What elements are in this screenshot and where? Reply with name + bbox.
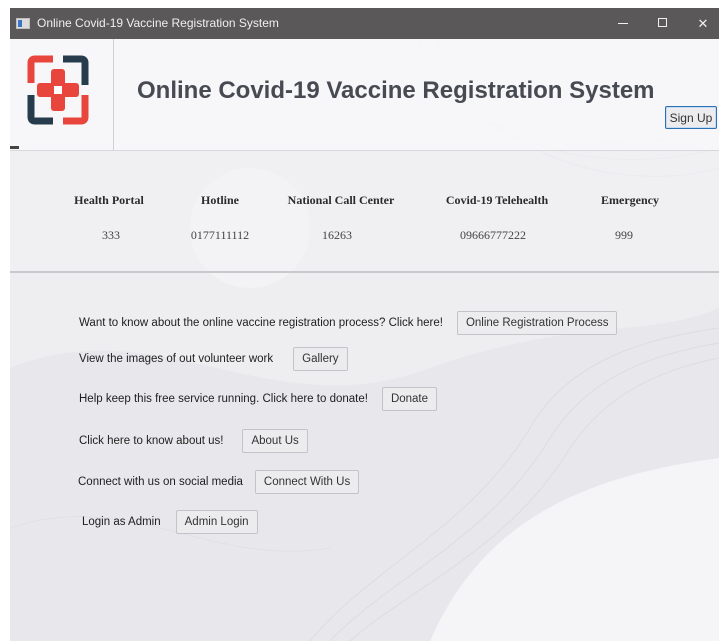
- donate-button[interactable]: Donate: [381, 387, 438, 411]
- connect-with-us-button[interactable]: Connect With Us: [254, 470, 360, 494]
- action-text-about: Click here to know about us!: [79, 435, 224, 447]
- contact-info-panel: Health Portal 333 Hotline 0177111112 Nat…: [10, 151, 719, 273]
- action-text-registration: Want to know about the online vaccine re…: [79, 317, 443, 329]
- action-row-registration: Want to know about the online vaccine re…: [79, 311, 618, 335]
- contact-value-national-call-center: 16263: [322, 228, 352, 242]
- action-text-gallery: View the images of out volunteer work: [79, 353, 274, 365]
- action-row-about: Click here to know about us! About Us: [79, 429, 308, 453]
- action-row-donate: Help keep this free service running. Cli…: [79, 387, 438, 411]
- contact-value-emergency: 999: [615, 228, 633, 242]
- admin-login-button[interactable]: Admin Login: [175, 510, 258, 534]
- action-row-social: Connect with us on social media Connect …: [78, 470, 360, 494]
- gallery-button[interactable]: Gallery: [293, 347, 348, 371]
- contact-value-health-portal: 333: [102, 228, 120, 242]
- online-registration-process-button[interactable]: Online Registration Process: [456, 311, 618, 335]
- contact-label-national-call-center: National Call Center: [287, 193, 395, 207]
- contact-label-telehealth: Covid-19 Telehealth: [445, 193, 549, 207]
- contact-label-hotline: Hotline: [201, 193, 239, 207]
- about-us-button[interactable]: About Us: [242, 429, 308, 453]
- medical-cross-logo-icon: [27, 55, 89, 125]
- page-title: Online Covid-19 Vaccine Registration Sys…: [137, 77, 655, 104]
- divider-mark: [10, 146, 19, 149]
- action-row-gallery: View the images of out volunteer work Ga…: [79, 347, 348, 371]
- contact-value-telehealth: 09666777222: [460, 228, 526, 242]
- app-window-icon: [16, 18, 30, 29]
- title-bar: Online Covid-19 Vaccine Registration Sys…: [10, 8, 719, 39]
- contact-label-emergency: Emergency: [601, 193, 659, 207]
- action-text-donate: Help keep this free service running. Cli…: [79, 393, 368, 405]
- action-text-admin: Login as Admin: [82, 516, 161, 528]
- maximize-button[interactable]: [646, 8, 680, 39]
- window-title: Online Covid-19 Vaccine Registration Sys…: [37, 16, 279, 30]
- contact-label-health-portal: Health Portal: [74, 193, 144, 207]
- contact-value-hotline: 0177111112: [190, 228, 250, 242]
- minimize-button[interactable]: [606, 8, 640, 39]
- action-text-social: Connect with us on social media: [78, 476, 243, 488]
- app-window: Online Covid-19 Vaccine Registration Sys…: [10, 8, 719, 641]
- logo-area: [10, 39, 114, 150]
- action-row-admin: Login as Admin Admin Login: [82, 510, 258, 534]
- app-header: Online Covid-19 Vaccine Registration Sys…: [10, 39, 719, 151]
- close-button[interactable]: ✕: [686, 8, 719, 39]
- sign-up-button[interactable]: Sign Up: [665, 106, 717, 129]
